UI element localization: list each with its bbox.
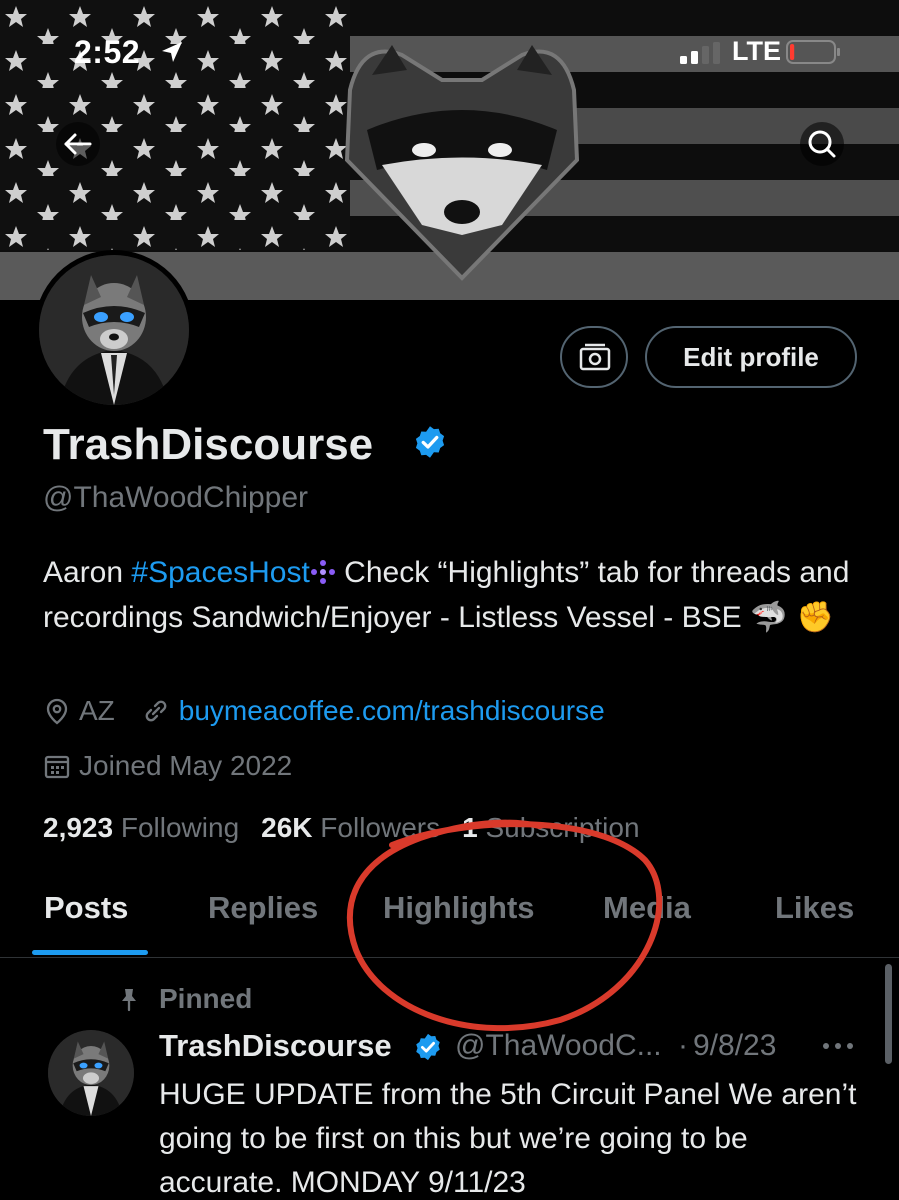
network-type: LTE — [732, 36, 781, 66]
bio-hashtag-link[interactable]: #SpacesHost — [131, 556, 309, 589]
calendar-icon — [44, 755, 70, 779]
profile-handle: @ThaWoodChipper — [43, 481, 309, 514]
tab-posts[interactable]: Posts — [44, 890, 128, 926]
subscription-label: Subscription — [485, 812, 640, 843]
pin-icon — [122, 989, 136, 1012]
tweet-author-name[interactable]: TrashDiscourse — [159, 1028, 392, 1064]
profile-stats: 2,923 Following 26K Followers 1 Subscripti… — [43, 812, 640, 844]
subscriptions-link[interactable]: 1 Subscription — [462, 812, 639, 843]
joined-date: Joined May 2022 — [79, 750, 293, 781]
followers-label: Followers — [320, 812, 441, 843]
monetization-button[interactable] — [560, 326, 628, 388]
verified-badge-icon — [416, 1033, 440, 1061]
location-arrow-icon — [162, 42, 182, 62]
subscription-count: 1 — [462, 812, 478, 843]
active-tab-indicator — [32, 950, 148, 955]
profile-meta-joined: Joined May 2022 — [43, 750, 292, 782]
bio-emoji: 🦈 ✊ — [749, 600, 835, 635]
tab-divider — [0, 957, 899, 958]
tab-likes[interactable]: Likes — [775, 890, 854, 926]
tab-replies[interactable]: Replies — [208, 890, 318, 926]
followers-link[interactable]: 26K Followers — [261, 812, 440, 843]
tab-highlights[interactable]: Highlights — [383, 890, 535, 926]
tab-media[interactable]: Media — [603, 890, 691, 926]
edit-profile-button[interactable]: Edit profile — [645, 326, 857, 388]
profile-website-link[interactable]: buymeacoffee.com/trashdiscourse — [179, 695, 605, 727]
following-link[interactable]: 2,923 Following — [43, 812, 239, 843]
sparkle-cluster-icon — [310, 560, 335, 584]
profile-bio: Aaron #SpacesHost Check “Highlights” tab… — [43, 550, 863, 640]
verified-badge-icon[interactable] — [412, 424, 448, 460]
raccoon-in-suit-avatar — [39, 255, 189, 405]
pinned-label: Pinned — [159, 983, 253, 1014]
back-button[interactable] — [56, 122, 100, 166]
battery-level — [790, 44, 795, 60]
cellular-signal-icon — [680, 42, 720, 64]
battery-icon — [786, 40, 840, 64]
tweet-date[interactable]: 9/8/23 — [693, 1029, 776, 1063]
location-pin-icon — [46, 698, 68, 725]
tweet-text: HUGE UPDATE from the 5th Circuit Panel W… — [159, 1078, 857, 1199]
profile-avatar[interactable] — [34, 250, 194, 410]
followers-count: 26K — [261, 812, 313, 843]
bio-text: Aaron — [43, 556, 132, 589]
raccoon-in-suit-avatar — [48, 1030, 134, 1116]
display-name: TrashDiscourse — [43, 420, 374, 469]
profile-location: AZ — [79, 695, 115, 726]
tweet-separator: · — [678, 1029, 688, 1062]
tweet-author-handle[interactable]: @ThaWoodC... — [455, 1029, 662, 1063]
tweet-author-avatar[interactable] — [48, 1030, 134, 1116]
more-options-icon[interactable] — [820, 1040, 856, 1052]
following-label: Following — [120, 812, 240, 843]
arrow-left-icon — [64, 133, 92, 155]
search-icon — [808, 130, 836, 158]
search-button[interactable] — [800, 122, 844, 166]
profile-meta-location-website: AZ buymeacoffee.com/trashdiscourse — [43, 695, 605, 727]
scrollbar[interactable] — [885, 964, 892, 1064]
money-icon — [579, 343, 611, 371]
following-count: 2,923 — [43, 812, 114, 843]
link-icon — [145, 700, 167, 722]
status-time: 2:52 — [74, 34, 141, 70]
